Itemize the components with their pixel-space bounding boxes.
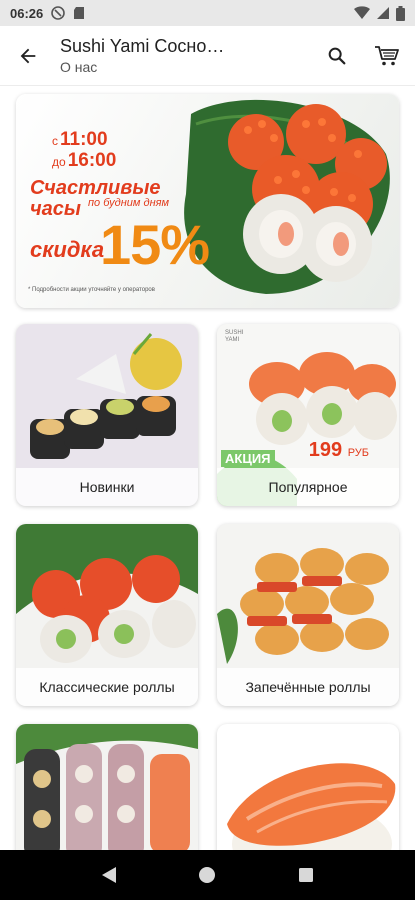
category-image xyxy=(217,724,399,850)
status-bar: 06:26 xyxy=(0,0,415,26)
content-scroll[interactable]: с 11:00 до 16:00 Счастливые часы по будним… xyxy=(0,86,415,850)
arrow-left-icon xyxy=(20,48,36,63)
nav-recents-button[interactable] xyxy=(286,855,326,895)
category-card-sushi[interactable] xyxy=(217,724,399,850)
sale-price: 199 РУБ xyxy=(308,439,369,461)
promo-time: с 11:00 до 16:00 xyxy=(52,129,117,171)
category-card-popular[interactable]: SUSHI YAMI АКЦИЯ 199 РУБ Популярное xyxy=(217,324,399,506)
category-label: Популярное xyxy=(268,479,348,495)
search-button[interactable] xyxy=(315,26,359,86)
category-card-sets[interactable] xyxy=(16,724,198,850)
sd-card-icon xyxy=(73,6,85,20)
system-nav-bar xyxy=(0,850,415,900)
page-title: Sushi Yami Сосно… xyxy=(60,36,225,56)
category-label-band: Популярное xyxy=(217,468,399,506)
status-time: 06:26 xyxy=(10,5,44,21)
category-image xyxy=(16,724,198,850)
category-label: Классические роллы xyxy=(39,679,175,695)
vpn-icon xyxy=(51,6,66,20)
signal-icon xyxy=(376,6,390,20)
nav-home-button[interactable] xyxy=(187,855,227,895)
category-label: Новинки xyxy=(79,479,135,495)
back-button[interactable] xyxy=(0,26,56,86)
category-card-baked-rolls[interactable]: Запечённые роллы xyxy=(217,524,399,706)
cart-button[interactable] xyxy=(359,26,415,86)
app-bar-titles: Sushi Yami Сосно… О нас xyxy=(56,36,315,75)
category-label-band: Запечённые роллы xyxy=(217,668,399,706)
search-icon xyxy=(328,47,346,64)
page-subtitle: О нас xyxy=(60,59,98,75)
category-card-classic-rolls[interactable]: Классические роллы xyxy=(16,524,198,706)
nav-recents-icon xyxy=(298,868,313,882)
cart-icon xyxy=(375,45,399,65)
category-label: Запечённые роллы xyxy=(245,679,371,695)
category-label-band: Классические роллы xyxy=(16,668,198,706)
promo-discount-label: скидка xyxy=(30,237,105,262)
nav-back-icon xyxy=(102,867,117,883)
wifi-icon xyxy=(354,6,370,20)
app-bar: Sushi Yami Сосно… О нас xyxy=(0,26,415,86)
nav-back-button[interactable] xyxy=(89,855,129,895)
brand-logo: SUSHI YAMI xyxy=(225,330,244,343)
promo-banner[interactable]: с 11:00 до 16:00 Счастливые часы по будним… xyxy=(16,94,399,308)
sale-badge: АКЦИЯ xyxy=(221,450,275,467)
nav-home-icon xyxy=(199,867,216,883)
promo-weekdays: по будним дням xyxy=(88,197,170,209)
category-card-new[interactable]: Новинки xyxy=(16,324,198,506)
battery-icon xyxy=(396,5,405,21)
category-label-band: Новинки xyxy=(16,468,198,506)
promo-note: * Подробности акции уточняйте у оператор… xyxy=(28,287,155,293)
promo-discount-value: 15% xyxy=(100,213,210,276)
